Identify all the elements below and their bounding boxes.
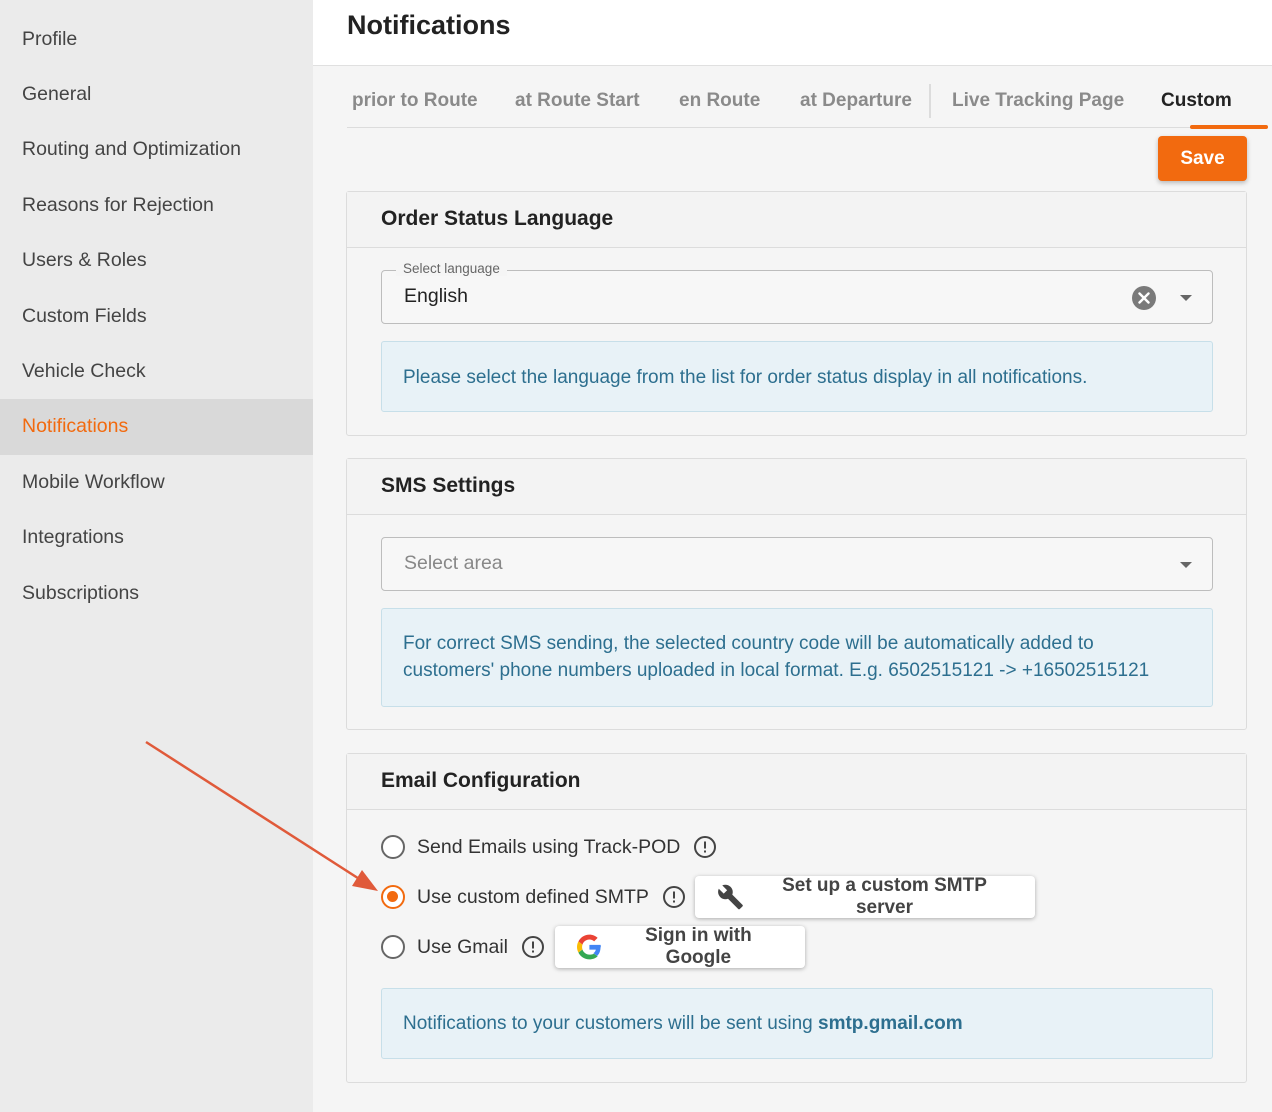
smtp-server-name: smtp.gmail.com [818,1013,963,1034]
sidebar-item-subscriptions[interactable]: Subscriptions [0,566,313,621]
alert-circle-icon[interactable] [662,885,686,909]
setup-smtp-button[interactable]: Set up a custom SMTP server [695,875,1035,918]
sidebar-item-notifications[interactable]: Notifications [0,399,313,455]
radio-label: Use custom defined SMTP [417,885,649,908]
tab-at-route-start[interactable]: at Route Start [515,90,640,112]
card-title: Email Configuration [347,754,1246,810]
option-track-pod[interactable]: Send Emails using Track-POD [381,831,717,863]
email-configuration-card: Email Configuration Send Emails using Tr… [346,753,1247,1083]
setup-smtp-label: Set up a custom SMTP server [782,875,987,918]
tab-prior-to-route[interactable]: prior to Route [352,90,478,112]
page-header: Notifications [313,0,1272,66]
sidebar-item-vehicle-check[interactable]: Vehicle Check [0,344,313,399]
sign-in-with-google-button[interactable]: Sign in with Google [555,925,805,968]
chevron-down-icon[interactable] [1180,295,1192,301]
info-text-line-2: customers' phone numbers uploaded in loc… [403,660,1150,681]
radio-custom-smtp[interactable] [381,885,405,909]
tab-at-departure[interactable]: at Departure [800,90,912,112]
settings-sidebar: Profile General Routing and Optimization… [0,0,313,1112]
alert-circle-icon[interactable] [521,935,545,959]
area-select[interactable]: Select area [381,537,1213,591]
card-title: Order Status Language [347,192,1246,248]
radio-track-pod[interactable] [381,835,405,859]
radio-label: Send Emails using Track-POD [417,835,681,858]
sidebar-item-reasons-for-rejection[interactable]: Reasons for Rejection [0,178,313,233]
info-text-prefix: Notifications to your customers will be … [403,1013,819,1034]
sidebar-item-users-roles[interactable]: Users & Roles [0,233,313,288]
selected-language: English [404,285,468,307]
page-title: Notifications [347,10,511,40]
sidebar-item-routing-optimization[interactable]: Routing and Optimization [0,122,313,177]
option-gmail[interactable]: Use Gmail [381,931,545,963]
sidebar-item-mobile-workflow[interactable]: Mobile Workflow [0,455,313,510]
language-select[interactable]: Select language English [381,261,1213,324]
tab-divider [929,84,931,118]
sms-info: For correct SMS sending, the selected co… [381,608,1213,707]
sidebar-item-integrations[interactable]: Integrations [0,510,313,565]
main-content: prior to Route at Route Start en Route a… [313,66,1272,1112]
google-button-label: Sign in with Google [645,925,752,968]
sidebar-item-custom-fields[interactable]: Custom Fields [0,289,313,344]
info-text-line-1: For correct SMS sending, the selected co… [403,633,1094,654]
tab-custom[interactable]: Custom [1161,90,1232,112]
tab-en-route[interactable]: en Route [679,90,760,112]
option-custom-smtp[interactable]: Use custom defined SMTP [381,881,686,913]
order-status-language-card: Order Status Language Select language En… [346,191,1247,436]
info-text: Please select the language from the list… [403,367,1088,388]
alert-circle-icon[interactable] [693,835,717,859]
clear-icon[interactable] [1132,286,1156,310]
notification-tabs: prior to Route at Route Start en Route a… [347,66,1268,129]
sidebar-item-general[interactable]: General [0,67,313,122]
sms-settings-card: SMS Settings Select area For correct SMS… [346,458,1247,730]
sidebar-item-profile[interactable]: Profile [0,0,313,67]
language-info: Please select the language from the list… [381,341,1213,412]
save-button[interactable]: Save [1158,136,1247,181]
radio-gmail[interactable] [381,935,405,959]
active-tab-indicator [1190,125,1268,129]
chevron-down-icon[interactable] [1180,562,1192,568]
field-label: Select language [396,261,507,276]
google-logo-icon [577,934,601,960]
email-info: Notifications to your customers will be … [381,988,1213,1059]
card-title: SMS Settings [347,459,1246,515]
radio-label: Use Gmail [417,935,509,958]
wrench-icon [718,884,743,910]
area-placeholder: Select area [404,552,503,574]
tab-live-tracking-page[interactable]: Live Tracking Page [952,90,1124,112]
